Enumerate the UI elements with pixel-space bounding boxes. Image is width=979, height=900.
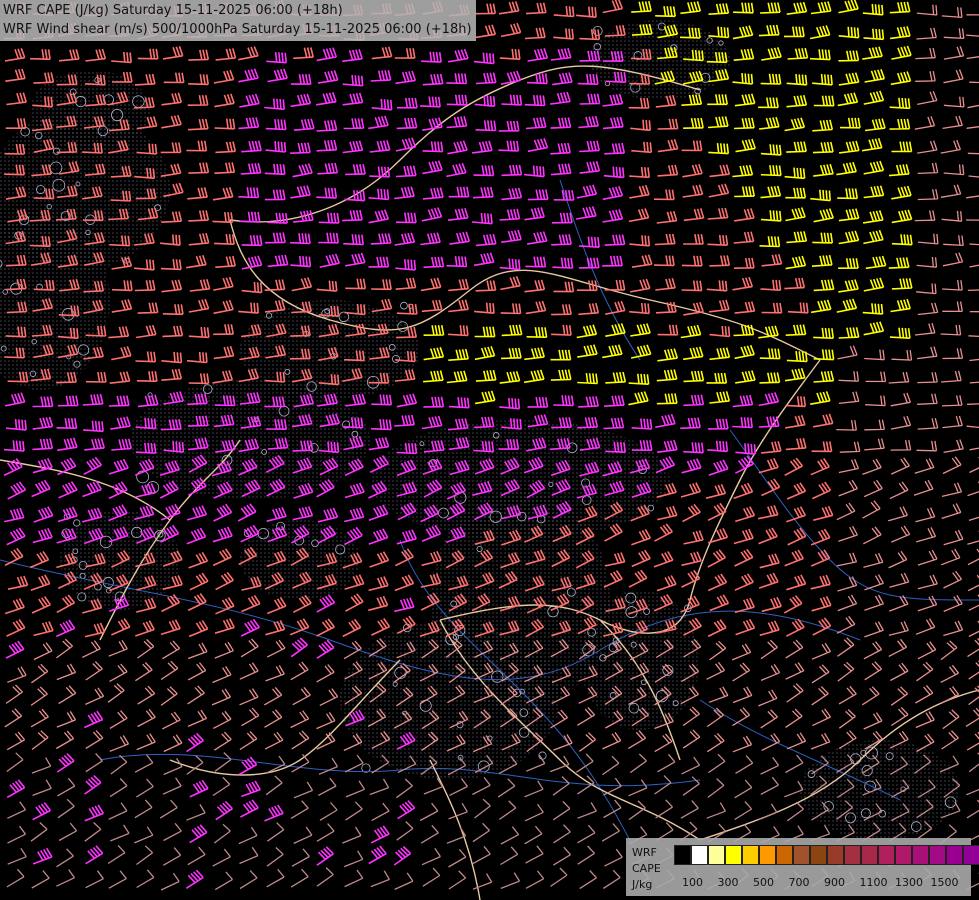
weather-map: [0, 0, 979, 900]
legend-tick-label: 1300: [895, 876, 923, 889]
legend-variable: CAPE: [632, 862, 661, 875]
legend-swatch: [674, 845, 691, 865]
cape-legend: WRF CAPE J/kg 100 300 500 700 900 1100 1300 150…: [626, 838, 979, 896]
legend-swatch: [810, 845, 827, 865]
legend-swatch: [895, 845, 912, 865]
legend-swatch: [861, 845, 878, 865]
legend-swatch: [912, 845, 929, 865]
legend-color-scale: [674, 845, 979, 865]
legend-tick-label: 700: [788, 876, 810, 889]
legend-model: WRF: [632, 846, 657, 859]
legend-tick-label: 1500: [930, 876, 959, 889]
legend-swatch: [759, 845, 776, 865]
legend-tick-label: 1100: [859, 876, 888, 889]
terrain-area: [370, 420, 670, 540]
legend-swatch: [827, 845, 844, 865]
legend-swatch: [878, 845, 895, 865]
legend-tick-label: 500: [753, 876, 774, 889]
legend-swatch: [963, 845, 979, 865]
title-wind-shear: WRF Wind shear (m/s) 500/1000hPa Saturda…: [3, 22, 472, 37]
legend-swatch: [844, 845, 861, 865]
legend-swatch: [725, 845, 742, 865]
legend-swatch: [742, 845, 759, 865]
terrain-area: [590, 20, 730, 100]
legend-swatch: [946, 845, 963, 865]
legend-swatch: [708, 845, 725, 865]
legend-swatch: [929, 845, 946, 865]
legend-tick-label: 300: [717, 876, 739, 889]
legend-tick-label: 900: [824, 876, 845, 889]
legend-swatch: [691, 845, 708, 865]
legend-tick-label: 100: [682, 876, 703, 889]
legend-swatch: [776, 845, 793, 865]
title-cape: WRF CAPE (J/kg) Saturday 15-11-2025 06:0…: [3, 3, 343, 18]
legend-unit: J/kg: [632, 878, 653, 891]
legend-swatch: [793, 845, 810, 865]
map-title: WRF CAPE (J/kg) Saturday 15-11-2025 06:0…: [0, 0, 476, 41]
